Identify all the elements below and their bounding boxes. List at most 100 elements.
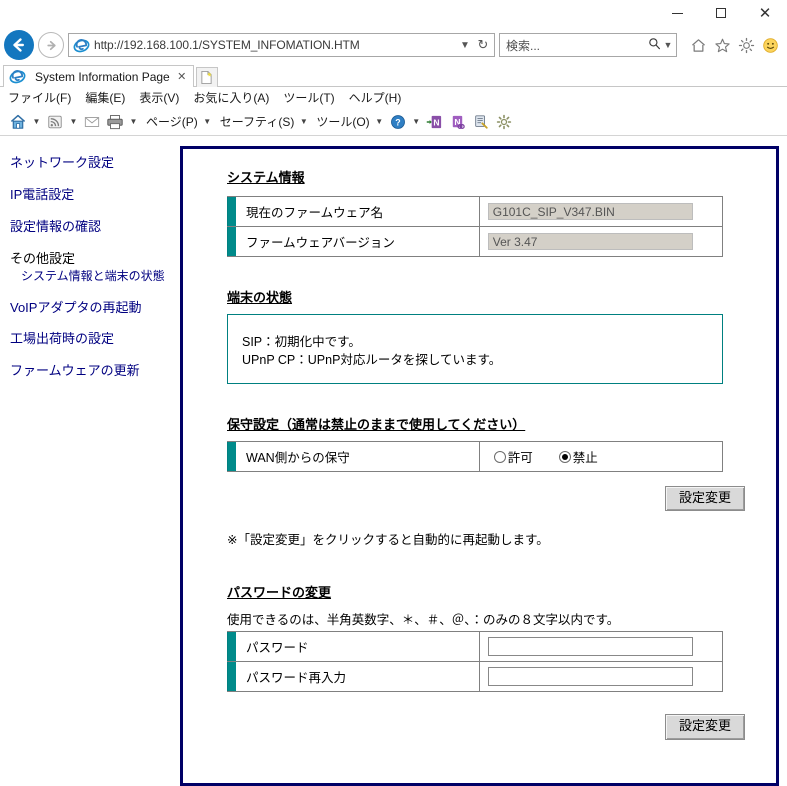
maintenance-apply-button[interactable]: 設定変更 bbox=[664, 486, 745, 512]
home-dropdown-caret-icon[interactable]: ▼ bbox=[31, 117, 42, 126]
table-row: 現在のファームウェア名 G101C_SIP_V347.BIN bbox=[227, 196, 724, 227]
tools-dropdown-caret-icon[interactable]: ▼ bbox=[374, 117, 385, 126]
tab-close-icon[interactable]: ✕ bbox=[175, 70, 189, 83]
print-icon[interactable] bbox=[105, 112, 125, 132]
device-status-box: SIP：初期化中です。 UPnP CP：UPnP対応ルータを探しています。 bbox=[227, 314, 723, 384]
section-heading-maintenance-settings: 保守設定（通常は禁止のままで使用してください） bbox=[227, 417, 526, 432]
sidebar-item-restart-voip-adapter[interactable]: VoIPアダプタの再起動 bbox=[10, 300, 180, 316]
row-accent-bar bbox=[227, 196, 236, 227]
minimize-button[interactable] bbox=[655, 0, 699, 26]
password-label: パスワード bbox=[236, 631, 480, 663]
address-bar[interactable]: http://192.168.100.1/SYSTEM_INFOMATION.H… bbox=[68, 33, 495, 57]
status-line-sip: SIP：初期化中です。 bbox=[242, 335, 361, 349]
onenote-linked-notes-icon[interactable]: N bbox=[448, 112, 468, 132]
maintenance-settings-table: WAN側からの保守 許可 禁止 bbox=[227, 441, 724, 472]
new-tab-button[interactable] bbox=[195, 67, 218, 87]
page-dropdown-caret-icon[interactable]: ▼ bbox=[202, 117, 213, 126]
firmware-name-value-cell: G101C_SIP_V347.BIN bbox=[478, 196, 724, 227]
maximize-button[interactable] bbox=[699, 0, 743, 26]
radio-allow-indicator[interactable] bbox=[493, 450, 506, 463]
maximize-icon bbox=[716, 8, 726, 18]
refresh-icon[interactable]: ↻ bbox=[474, 37, 492, 53]
sidebar-item-network-settings[interactable]: ネットワーク設定 bbox=[10, 155, 180, 171]
menu-bar: ファイル(F) 編集(E) 表示(V) お気に入り(A) ツール(T) ヘルプ(… bbox=[0, 87, 787, 108]
forward-button[interactable] bbox=[38, 32, 64, 58]
radio-option-allow[interactable]: 許可 bbox=[493, 447, 533, 466]
row-accent-bar bbox=[227, 631, 236, 663]
command-tools-menu[interactable]: ツール(O) bbox=[312, 113, 370, 130]
search-box[interactable]: 検索... ▼ bbox=[499, 33, 677, 57]
page-viewport: ネットワーク設定 IP電話設定 設定情報の確認 その他設定 システム情報と端末の… bbox=[0, 136, 787, 786]
tab-title: System Information Page bbox=[35, 69, 170, 84]
main-content-panel: システム情報 現在のファームウェア名 G101C_SIP_V347.BIN ファ… bbox=[180, 146, 779, 786]
row-accent-bar bbox=[227, 441, 236, 472]
close-button[interactable]: ✕ bbox=[743, 0, 787, 26]
new-tab-icon bbox=[201, 71, 213, 84]
password-rules-hint: 使用できるのは、半角英数字、＊、＃、＠、：のみの８文字以内です。 bbox=[227, 613, 620, 628]
home-icon[interactable] bbox=[8, 112, 28, 132]
radio-option-forbid[interactable]: 禁止 bbox=[558, 447, 598, 466]
command-safety-menu[interactable]: セーフティ(S) bbox=[216, 113, 296, 130]
password-input[interactable] bbox=[487, 637, 693, 657]
menu-help[interactable]: ヘルプ(H) bbox=[349, 89, 402, 106]
command-bar: ▼ ▼ ▼ ページ(P) ▼ セーフティ(S) ▼ ツール(O) ▼ ? ▼ N… bbox=[0, 108, 787, 136]
wan-maintenance-radio-group: 許可 禁止 bbox=[480, 447, 722, 466]
help-icon[interactable]: ? bbox=[388, 112, 408, 132]
sidebar-item-firmware-update[interactable]: ファームウェアの更新 bbox=[10, 363, 180, 379]
settings-gear-icon[interactable] bbox=[494, 112, 514, 132]
sidebar-item-config-check[interactable]: 設定情報の確認 bbox=[10, 219, 180, 235]
sidebar-item-system-info-and-device-status[interactable]: システム情報と端末の状態 bbox=[10, 269, 180, 284]
search-input[interactable]: 検索... bbox=[506, 37, 646, 54]
sidebar-group-other-settings: その他設定 システム情報と端末の状態 bbox=[10, 251, 180, 284]
settings-gear-icon[interactable] bbox=[737, 36, 755, 54]
tab-system-information-page[interactable]: System Information Page ✕ bbox=[3, 65, 194, 87]
mail-icon[interactable] bbox=[82, 112, 102, 132]
internet-explorer-icon bbox=[73, 38, 90, 52]
radio-allow-label: 許可 bbox=[507, 451, 533, 465]
tab-favicon-internet-explorer-icon bbox=[9, 70, 26, 84]
home-icon[interactable] bbox=[689, 36, 707, 54]
favorites-star-icon[interactable] bbox=[713, 36, 731, 54]
help-dropdown-caret-icon[interactable]: ▼ bbox=[411, 117, 422, 126]
menu-tools[interactable]: ツール(T) bbox=[283, 89, 334, 106]
wan-maintenance-options-cell: 許可 禁止 bbox=[478, 441, 724, 472]
feeds-icon[interactable] bbox=[45, 112, 65, 132]
safety-dropdown-caret-icon[interactable]: ▼ bbox=[298, 117, 309, 126]
address-dropdown-caret-icon[interactable]: ▼ bbox=[456, 40, 474, 51]
sidebar-item-ip-phone-settings[interactable]: IP電話設定 bbox=[10, 187, 180, 203]
firmware-name-label: 現在のファームウェア名 bbox=[236, 196, 480, 227]
print-dropdown-caret-icon[interactable]: ▼ bbox=[128, 117, 139, 126]
smiley-feedback-icon[interactable] bbox=[761, 36, 779, 54]
back-button[interactable] bbox=[4, 30, 34, 60]
navigation-bar: http://192.168.100.1/SYSTEM_INFOMATION.H… bbox=[0, 28, 787, 62]
password-confirm-input[interactable] bbox=[487, 667, 693, 687]
menu-view[interactable]: 表示(V) bbox=[139, 89, 179, 106]
menu-file[interactable]: ファイル(F) bbox=[8, 89, 71, 106]
maintenance-button-row: 設定変更 bbox=[227, 486, 745, 512]
browser-window: ✕ http://192.168.100.1/SYSTEM_INFOMATION… bbox=[0, 0, 787, 786]
onenote-send-icon[interactable]: N bbox=[425, 112, 445, 132]
back-arrow-icon bbox=[13, 38, 24, 52]
sidebar-navigation: ネットワーク設定 IP電話設定 設定情報の確認 その他設定 システム情報と端末の… bbox=[0, 146, 180, 786]
svg-text:N: N bbox=[455, 116, 461, 126]
section-heading-system-information: システム情報 bbox=[227, 170, 305, 185]
wan-maintenance-label: WAN側からの保守 bbox=[236, 441, 480, 472]
row-accent-bar bbox=[227, 661, 236, 693]
firmware-version-label: ファームウェアバージョン bbox=[236, 226, 480, 257]
command-page-menu[interactable]: ページ(P) bbox=[142, 113, 199, 130]
tab-strip: System Information Page ✕ bbox=[0, 62, 787, 87]
sidebar-item-factory-defaults[interactable]: 工場出荷時の設定 bbox=[10, 332, 180, 347]
table-row: WAN側からの保守 許可 禁止 bbox=[227, 441, 724, 472]
feeds-dropdown-caret-icon[interactable]: ▼ bbox=[68, 117, 79, 126]
web-slice-icon[interactable] bbox=[471, 112, 491, 132]
search-dropdown-caret-icon[interactable]: ▼ bbox=[662, 40, 674, 50]
password-confirm-label: パスワード再入力 bbox=[236, 661, 480, 693]
menu-favorites[interactable]: お気に入り(A) bbox=[193, 89, 269, 106]
password-confirm-value-cell bbox=[478, 661, 724, 693]
menu-edit[interactable]: 編集(E) bbox=[85, 89, 125, 106]
password-apply-button[interactable]: 設定変更 bbox=[664, 714, 745, 740]
password-value-cell bbox=[478, 631, 724, 663]
radio-forbid-indicator[interactable] bbox=[558, 450, 571, 463]
forward-arrow-icon bbox=[46, 40, 56, 50]
url-text[interactable]: http://192.168.100.1/SYSTEM_INFOMATION.H… bbox=[94, 38, 456, 52]
